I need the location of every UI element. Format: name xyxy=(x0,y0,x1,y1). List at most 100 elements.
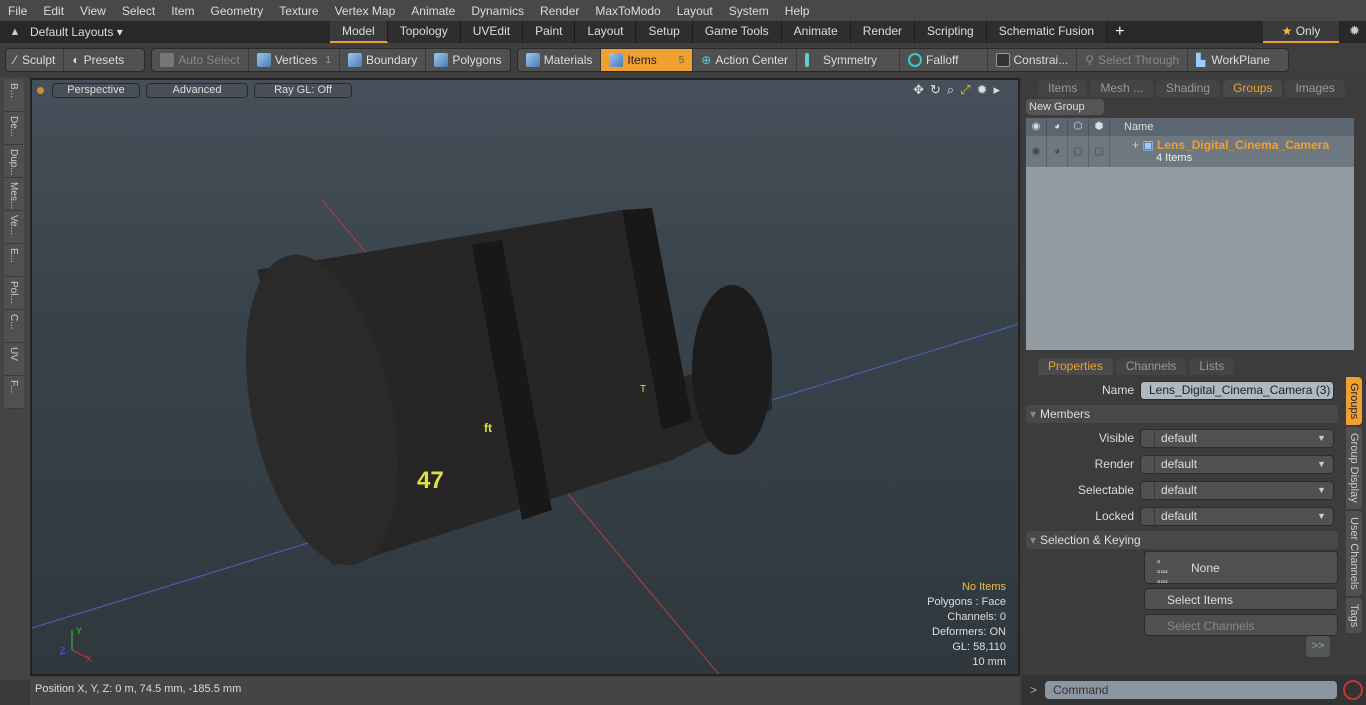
left-tab[interactable]: B... xyxy=(4,79,23,112)
select-channels-button[interactable]: Select Channels xyxy=(1144,614,1338,636)
workplane-button[interactable]: ▙ WorkPlane xyxy=(1188,49,1288,71)
vertices-button[interactable]: Vertices 1 xyxy=(249,49,340,71)
menu-item-geometry[interactable]: Geometry xyxy=(203,4,272,18)
groups-scrollbar[interactable] xyxy=(1356,118,1366,350)
menu-item-render[interactable]: Render xyxy=(532,4,587,18)
tab-scripting[interactable]: Scripting xyxy=(915,21,987,43)
command-input[interactable]: Command xyxy=(1045,681,1338,699)
tab-uvedit[interactable]: UVEdit xyxy=(460,21,524,43)
menu-item-help[interactable]: Help xyxy=(777,4,818,18)
radio-icon[interactable] xyxy=(1141,455,1155,473)
menu-item-system[interactable]: System xyxy=(721,4,777,18)
items-button[interactable]: Items 5 xyxy=(601,49,694,71)
tab-mesh[interactable]: Mesh ... xyxy=(1090,80,1154,97)
visibility-icon[interactable]: ◉ xyxy=(1026,118,1047,136)
tab-properties[interactable]: Properties xyxy=(1038,358,1113,375)
raygl-button[interactable]: Ray GL: Off xyxy=(254,82,352,98)
tab-paint[interactable]: Paint xyxy=(523,21,576,43)
members-section[interactable]: Members xyxy=(1026,405,1338,423)
boundary-button[interactable]: Boundary xyxy=(340,49,427,71)
menu-item-maxtomodo[interactable]: MaxToModo xyxy=(587,4,668,18)
auto-select-button[interactable]: Auto Select xyxy=(152,49,249,71)
shading-style-button[interactable]: Advanced xyxy=(146,82,248,98)
tab-shading[interactable]: Shading xyxy=(1156,80,1221,97)
tab-schematic-fusion[interactable]: Schematic Fusion xyxy=(986,21,1108,43)
tab-channels[interactable]: Channels xyxy=(1115,358,1187,375)
row-visibility-toggle[interactable]: ◉ xyxy=(1026,136,1047,167)
radio-icon[interactable] xyxy=(1141,481,1155,499)
radio-icon[interactable] xyxy=(1141,429,1155,447)
select-items-button[interactable]: Select Items xyxy=(1144,588,1338,610)
radio-icon[interactable] xyxy=(1141,507,1155,525)
tab-groups[interactable]: Groups xyxy=(1223,80,1283,97)
more-button[interactable]: >> xyxy=(1306,636,1330,657)
collapse-icon[interactable]: ▲ xyxy=(0,26,30,38)
pan-icon[interactable]: ✥ xyxy=(913,82,924,98)
tab-images[interactable]: Images xyxy=(1285,80,1345,97)
selection-keying-section[interactable]: Selection & Keying xyxy=(1026,531,1338,549)
menu-item-animate[interactable]: Animate xyxy=(403,4,463,18)
menu-item-select[interactable]: Select xyxy=(114,4,163,18)
row-lock-toggle[interactable]: ▢ xyxy=(1089,136,1110,167)
play-icon[interactable]: ▸ xyxy=(993,82,1000,98)
tab-setup[interactable]: Setup xyxy=(636,21,693,43)
side-tab-user-channels[interactable]: User Channels xyxy=(1346,510,1362,596)
menu-item-edit[interactable]: Edit xyxy=(35,4,72,18)
only-toggle[interactable]: ★ Only xyxy=(1263,21,1339,43)
add-tab-button[interactable]: + xyxy=(1107,22,1132,42)
rotate-icon[interactable]: ↻ xyxy=(930,82,941,98)
menu-item-layout[interactable]: Layout xyxy=(669,4,721,18)
hierarchy-none-button[interactable]: ▫ ▫▫▫ ▫▫▫ None xyxy=(1144,551,1338,588)
tab-render[interactable]: Render xyxy=(850,21,916,43)
fit-icon[interactable]: ⤢ xyxy=(960,82,970,98)
left-tab[interactable]: Dup... xyxy=(4,145,23,178)
zoom-icon[interactable]: ⌕ xyxy=(947,82,954,98)
visible-dropdown[interactable]: default ▼ xyxy=(1140,428,1334,448)
left-tab[interactable]: Pol... xyxy=(4,277,23,310)
row-select-toggle[interactable]: ▢ xyxy=(1068,136,1089,167)
menu-item-texture[interactable]: Texture xyxy=(271,4,326,18)
side-tab-group-display[interactable]: Group Display xyxy=(1346,427,1362,509)
side-tab-tags[interactable]: Tags xyxy=(1346,597,1362,633)
side-tab-groups[interactable]: Groups xyxy=(1346,377,1362,426)
constraints-button[interactable]: Constrai... xyxy=(988,49,1078,71)
tab-lists[interactable]: Lists xyxy=(1189,358,1235,375)
menu-item-item[interactable]: Item xyxy=(163,4,202,18)
group-row[interactable]: ◉ ◕ ▢ ▢ + ▣ Lens_Digital_Cinema_Camera 4… xyxy=(1026,136,1354,167)
gear-icon[interactable]: ✹ xyxy=(977,82,988,98)
lock-icon[interactable]: ⬢ xyxy=(1089,118,1110,136)
view-type-button[interactable]: Perspective xyxy=(52,82,140,98)
sculpt-button[interactable]: ⁄ Sculpt xyxy=(6,49,65,71)
left-tab[interactable]: Mes... xyxy=(4,178,23,211)
layout-dropdown[interactable]: Default Layouts ▾ xyxy=(30,25,123,39)
render-icon[interactable]: ◕ xyxy=(1047,118,1068,136)
tab-layout[interactable]: Layout xyxy=(575,21,637,43)
viewport-menu-dot[interactable] xyxy=(37,86,44,94)
selectable-dropdown[interactable]: default ▼ xyxy=(1140,480,1334,500)
locked-dropdown[interactable]: default ▼ xyxy=(1140,506,1334,526)
presets-button[interactable]: ◐ Presets xyxy=(64,49,144,71)
tab-animate[interactable]: Animate xyxy=(781,21,851,43)
select-through-button[interactable]: ⚲ Select Through xyxy=(1077,49,1189,71)
gear-icon[interactable]: ✹ xyxy=(1349,23,1360,39)
left-tab[interactable]: De... xyxy=(4,112,23,145)
name-field[interactable]: Lens_Digital_Cinema_Camera (3) xyxy=(1140,380,1334,400)
render-dropdown[interactable]: default ▼ xyxy=(1140,454,1334,474)
left-tab[interactable]: E... xyxy=(4,244,23,277)
tab-items[interactable]: Items xyxy=(1038,80,1088,97)
select-icon[interactable]: ⬡ xyxy=(1068,118,1089,136)
new-group-button[interactable]: New Group xyxy=(1026,99,1104,115)
row-render-toggle[interactable]: ◕ xyxy=(1047,136,1068,167)
left-tab[interactable]: C... xyxy=(4,310,23,343)
left-tab[interactable]: UV xyxy=(4,343,23,376)
action-center-button[interactable]: ⊕ Action Center xyxy=(693,49,798,71)
polygons-button[interactable]: Polygons xyxy=(426,49,509,71)
tab-topology[interactable]: Topology xyxy=(387,21,461,43)
menu-item-vertex-map[interactable]: Vertex Map xyxy=(327,4,404,18)
3d-viewport[interactable]: 47 ft T Y X Z Perspective Advanced Ray G… xyxy=(30,78,1020,676)
menu-item-file[interactable]: File xyxy=(0,4,35,18)
tab-game-tools[interactable]: Game Tools xyxy=(692,21,782,43)
expand-icon[interactable]: + xyxy=(1132,138,1139,152)
falloff-button[interactable]: Falloff xyxy=(900,49,988,71)
left-tab[interactable]: Ve... xyxy=(4,211,23,244)
